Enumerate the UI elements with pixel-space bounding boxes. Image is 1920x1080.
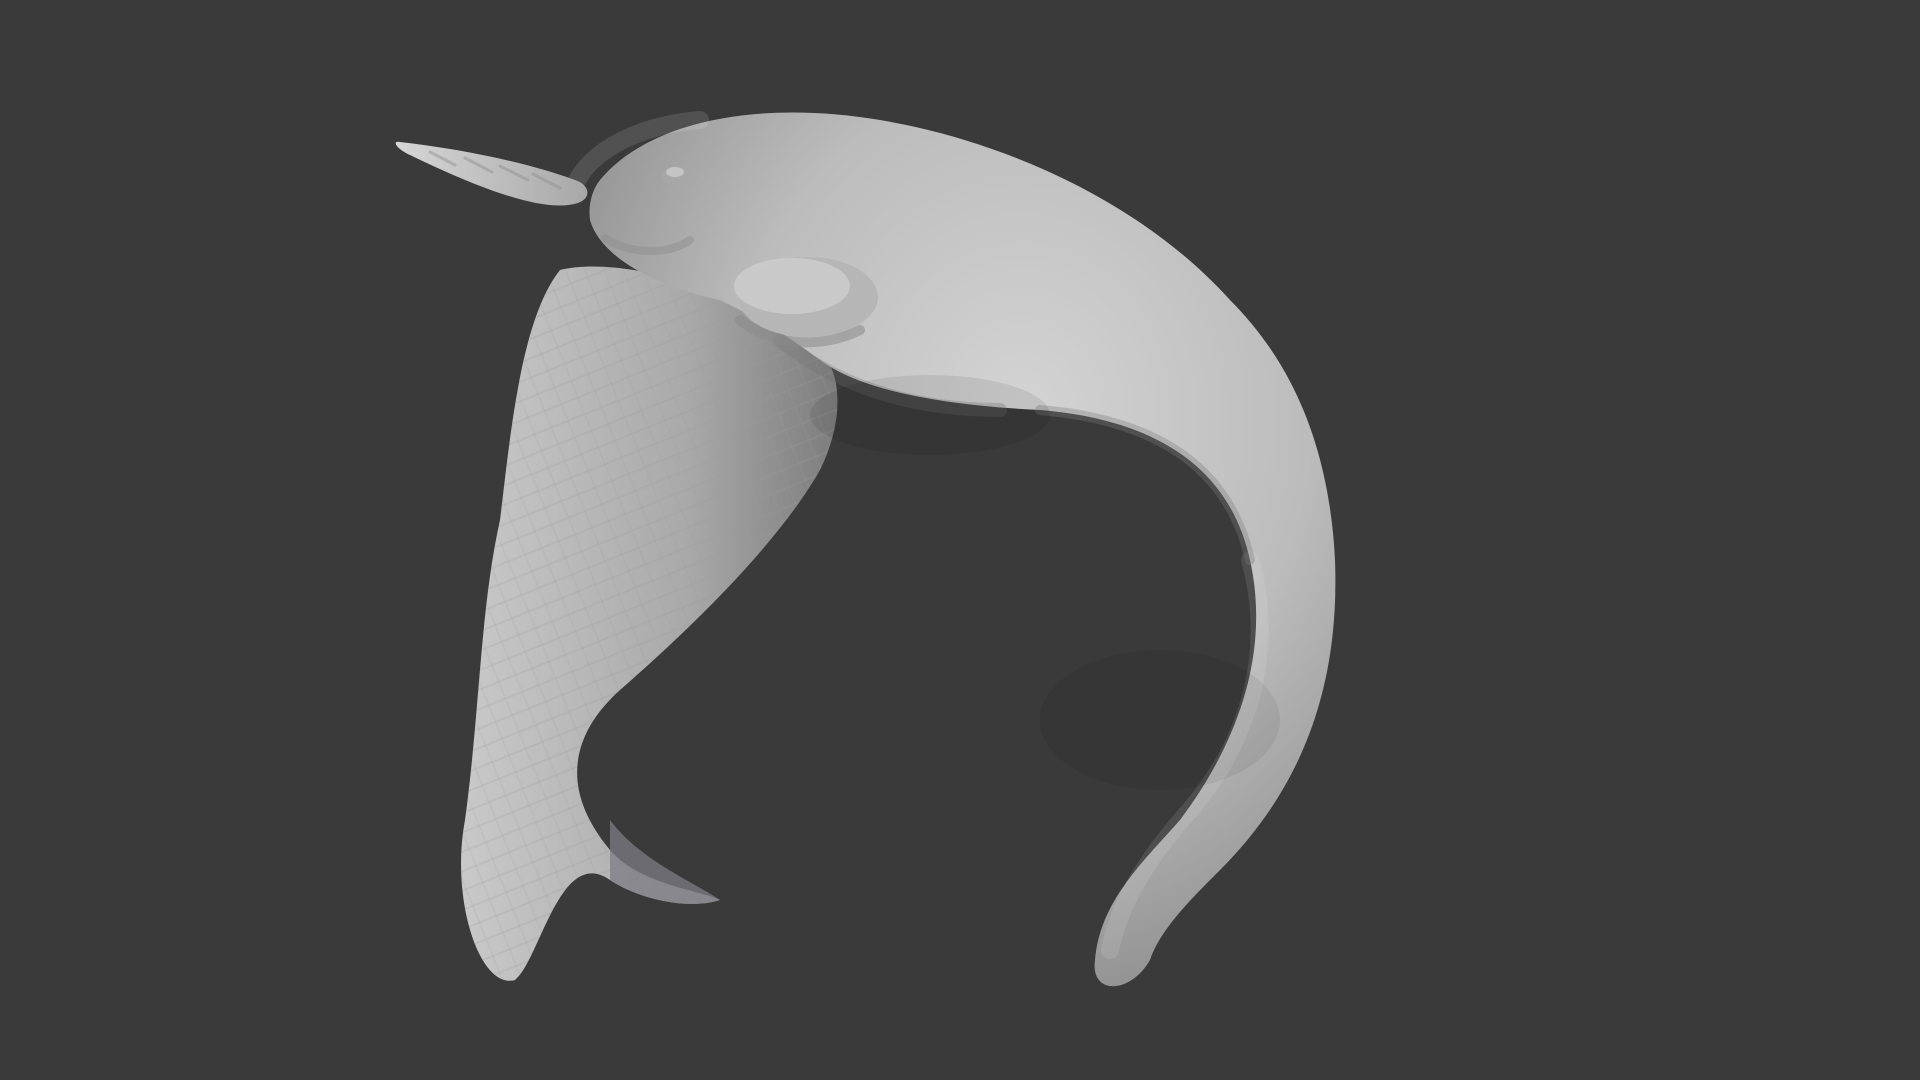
tail-lobe — [461, 266, 838, 981]
narwhal-sculpt-icon — [395, 111, 1336, 987]
flipper — [734, 257, 878, 348]
3d-viewport[interactable] — [0, 0, 1920, 1080]
horn — [395, 141, 588, 206]
